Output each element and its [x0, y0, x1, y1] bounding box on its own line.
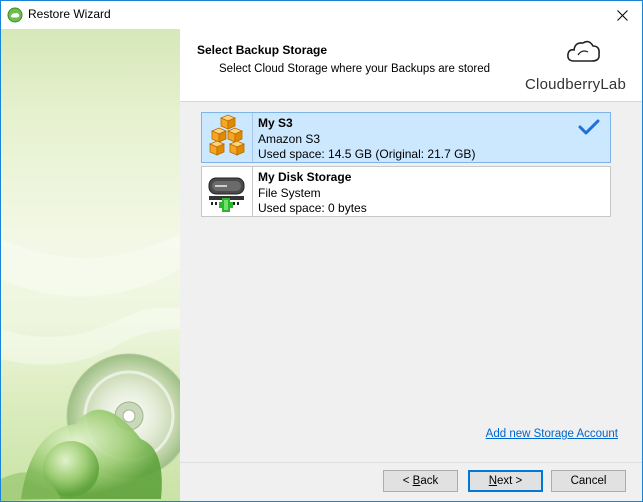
page-title: Select Backup Storage — [197, 43, 328, 57]
wizard-header: Select Backup Storage Select Cloud Stora… — [180, 29, 642, 101]
next-rest: ext > — [497, 475, 523, 487]
storage-used-space: Used space: 14.5 GB (Original: 21.7 GB) — [258, 147, 476, 161]
storage-name: My S3 — [258, 116, 293, 130]
checkmark-icon — [578, 119, 600, 135]
cancel-label: Cancel — [570, 475, 607, 487]
add-storage-account-link[interactable]: Add new Storage Account — [486, 428, 618, 440]
next-button[interactable]: Next > — [468, 470, 543, 492]
amazon-s3-cubes-icon — [208, 114, 246, 156]
storage-name: My Disk Storage — [258, 170, 352, 184]
back-button[interactable]: < Back — [383, 470, 458, 492]
restore-wizard-window: Restore Wizard Select Backup Storage Sel… — [0, 0, 643, 502]
storage-icon-box — [202, 167, 253, 216]
page-subtitle: Select Cloud Storage where your Backups … — [219, 63, 491, 75]
storage-item-my-s3[interactable]: My S3 Amazon S3 Used space: 14.5 GB (Ori… — [201, 112, 611, 163]
footer-divider — [180, 462, 642, 463]
cloud-logo-icon — [567, 40, 600, 62]
storage-list-area: My S3 Amazon S3 Used space: 14.5 GB (Ori… — [180, 102, 642, 462]
back-prefix: < — [402, 475, 413, 487]
close-button[interactable] — [602, 1, 642, 29]
storage-type: Amazon S3 — [258, 132, 321, 146]
window-title: Restore Wizard — [28, 7, 111, 21]
close-icon — [616, 9, 628, 21]
back-rest: ack — [420, 475, 439, 487]
storage-item-my-disk-storage[interactable]: My Disk Storage File System Used space: … — [201, 166, 611, 217]
hard-disk-icon — [208, 177, 245, 212]
storage-icon-box — [202, 113, 253, 162]
storage-type: File System — [258, 186, 321, 200]
cd-disc-illustration — [1, 234, 180, 501]
wizard-sidebar-banner — [1, 29, 180, 501]
cloudberry-logo: CloudberryLab — [516, 37, 626, 93]
storage-used-space: Used space: 0 bytes — [258, 201, 367, 215]
app-icon — [7, 7, 23, 23]
next-accel: N — [488, 475, 498, 487]
logo-text: CloudberryLab — [525, 76, 626, 93]
title-bar: Restore Wizard — [1, 1, 642, 29]
cancel-button[interactable]: Cancel — [551, 470, 626, 492]
